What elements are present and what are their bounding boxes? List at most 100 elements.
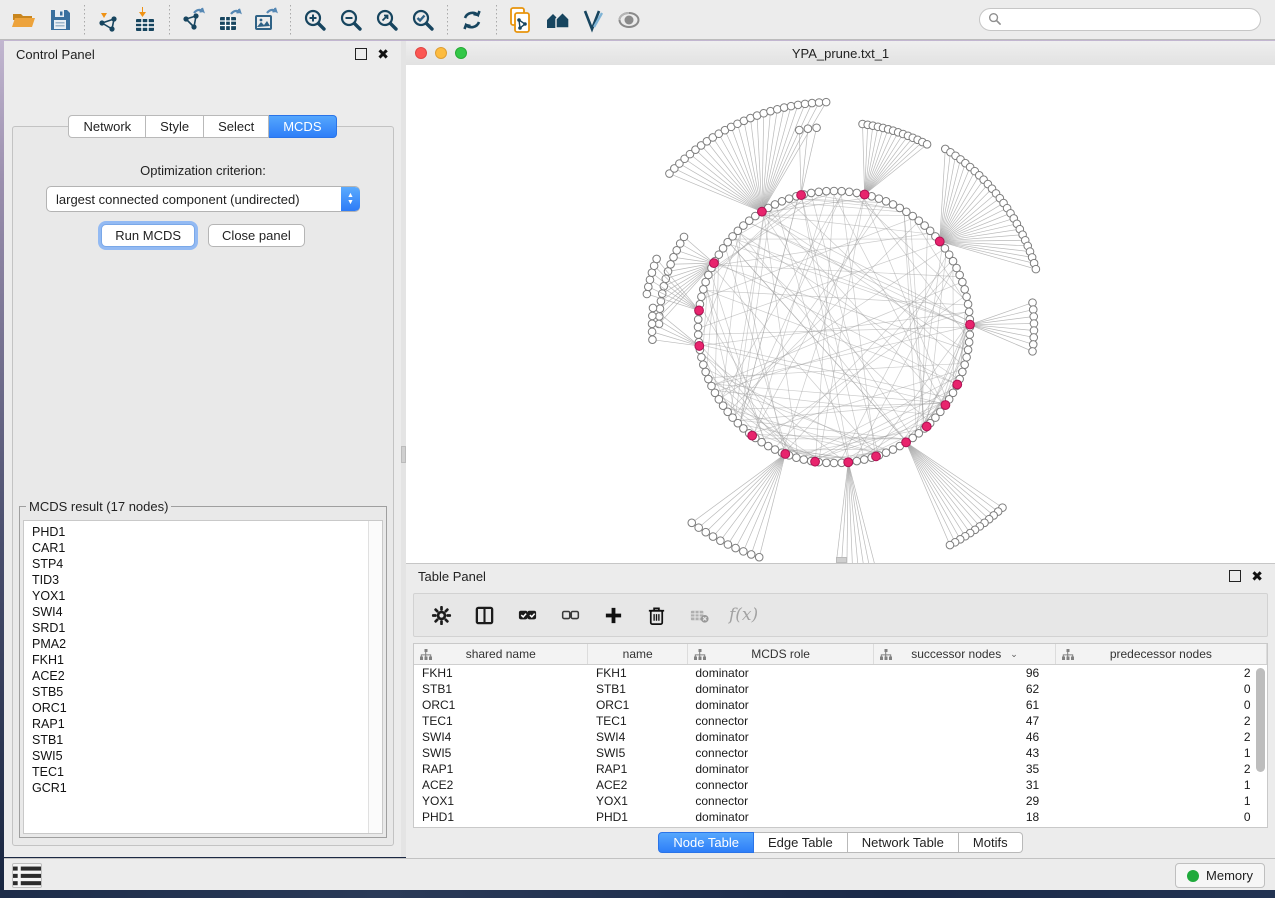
cell-predecessor-nodes: 0 [1055,697,1266,713]
mcds-list-scrollbar[interactable] [368,521,382,833]
zoom-in-button[interactable] [297,4,333,36]
mcds-result-item[interactable]: CAR1 [32,540,382,556]
close-panel-icon[interactable]: ✖ [377,49,389,59]
settings-button[interactable] [428,602,454,628]
export-network-button[interactable] [176,4,212,36]
save-session-button[interactable] [42,4,78,36]
mcds-result-item[interactable]: ORC1 [32,700,382,716]
tab-edge-table[interactable]: Edge Table [754,832,848,853]
float-panel-icon[interactable] [355,48,367,60]
mcds-result-item[interactable]: FKH1 [32,652,382,668]
cell-mcds-role: dominator [687,665,873,682]
column-header-mcds-role[interactable]: MCDS role [687,644,873,665]
float-table-panel-icon[interactable] [1229,570,1241,582]
close-table-panel-icon[interactable]: ✖ [1251,571,1263,581]
show-column-button[interactable] [471,602,497,628]
cell-successor-nodes: 35 [874,761,1055,777]
table-row[interactable]: SWI5SWI5connector431 [414,745,1267,761]
deselect-all-button[interactable] [557,602,583,628]
select-all-button[interactable] [514,602,540,628]
table-scrollbar-thumb[interactable] [1256,668,1265,772]
column-header-predecessor-nodes[interactable]: predecessor nodes [1055,644,1266,665]
mcds-result-item[interactable]: SWI5 [32,748,382,764]
memory-button[interactable]: Memory [1175,863,1265,888]
zoom-fit-button[interactable] [369,4,405,36]
task-history-button[interactable] [12,863,42,888]
mcds-result-item[interactable]: TEC1 [32,764,382,780]
cell-mcds-role: dominator [687,681,873,697]
mcds-result-item[interactable]: PHD1 [32,524,382,540]
network-graph [406,65,1275,563]
mcds-result-item[interactable]: SRD1 [32,620,382,636]
network-window: YPA_prune.txt_1 [406,41,1275,563]
tab-node-table[interactable]: Node Table [658,832,754,853]
mcds-result-item[interactable]: PMA2 [32,636,382,652]
column-header-name[interactable]: name [588,644,687,665]
new-network-from-selection-button[interactable] [503,4,539,36]
refresh-button[interactable] [454,4,490,36]
tab-network[interactable]: Network [68,115,146,138]
tab-mcds[interactable]: MCDS [269,115,336,138]
function-builder-icon: f(x) [729,605,758,625]
cell-shared-name: STB1 [414,681,588,697]
mcds-result-item[interactable]: STP4 [32,556,382,572]
table-row[interactable]: SWI4SWI4dominator462 [414,729,1267,745]
table-row[interactable]: ACE2ACE2connector311 [414,777,1267,793]
cell-name: PHD1 [588,809,687,825]
mcds-result-item[interactable]: YOX1 [32,588,382,604]
run-mcds-button[interactable]: Run MCDS [101,224,195,247]
export-image-button[interactable] [248,4,284,36]
tab-select[interactable]: Select [204,115,269,138]
network-title: YPA_prune.txt_1 [406,46,1275,61]
tab-style[interactable]: Style [146,115,204,138]
zoom-selected-button[interactable] [405,4,441,36]
table-row[interactable]: STB1STB1dominator620 [414,681,1267,697]
mcds-result-item[interactable]: TID3 [32,572,382,588]
cell-mcds-role: connector [687,793,873,809]
table-row[interactable]: FKH1FKH1dominator962 [414,665,1267,682]
refresh-icon [459,7,485,33]
column-header-successor-nodes[interactable]: successor nodes⌄ [874,644,1055,665]
search-input[interactable] [1006,10,1260,30]
add-column-button[interactable] [600,602,626,628]
table-row[interactable]: ORC1ORC1dominator610 [414,697,1267,713]
mcds-result-item[interactable]: STB1 [32,732,382,748]
optimization-criterion-select[interactable]: largest connected component (undirected)… [46,186,360,212]
zoom-out-button[interactable] [333,4,369,36]
mcds-result-item[interactable]: GCR1 [32,780,382,796]
mcds-result-item[interactable]: RAP1 [32,716,382,732]
table-row[interactable]: RAP1RAP1dominator352 [414,761,1267,777]
table-row[interactable]: PHD1PHD1dominator180 [414,809,1267,825]
show-hide-button[interactable] [611,4,647,36]
mcds-result-item[interactable]: STB5 [32,684,382,700]
import-table-icon [132,7,158,33]
mcds-result-item[interactable]: ACE2 [32,668,382,684]
table-panel: Table Panel ✖ f(x) shared namenameMCDS r… [406,563,1275,858]
import-table-button[interactable] [127,4,163,36]
mcds-result-item[interactable]: SWI4 [32,604,382,620]
tab-motifs[interactable]: Motifs [959,832,1023,853]
open-file-button[interactable] [6,4,42,36]
shared-column-icon [1062,649,1074,660]
column-header-shared-name[interactable]: shared name [414,644,588,665]
cell-mcds-role: dominator [687,729,873,745]
graphics-details-button[interactable] [575,4,611,36]
export-table-button[interactable] [212,4,248,36]
tab-network-table[interactable]: Network Table [848,832,959,853]
close-panel-button[interactable]: Close panel [208,224,305,247]
export-table-icon [217,7,243,33]
search-field [979,8,1261,31]
selected-criterion-value: largest connected component (undirected) [47,192,341,207]
network-canvas[interactable] [406,65,1275,563]
table-row[interactable]: TEC1TEC1connector472 [414,713,1267,729]
import-network-button[interactable] [91,4,127,36]
cell-shared-name: FKH1 [414,665,588,682]
first-neighbors-button[interactable] [539,4,575,36]
delete-column-button[interactable] [643,602,669,628]
mcds-tab-content: Optimization criterion: largest connecte… [12,126,394,846]
toolbar-separator [496,5,497,35]
cell-name: SWI5 [588,745,687,761]
table-row[interactable]: YOX1YOX1connector291 [414,793,1267,809]
settings-gear-icon [431,605,452,626]
houses-icon [544,7,570,33]
